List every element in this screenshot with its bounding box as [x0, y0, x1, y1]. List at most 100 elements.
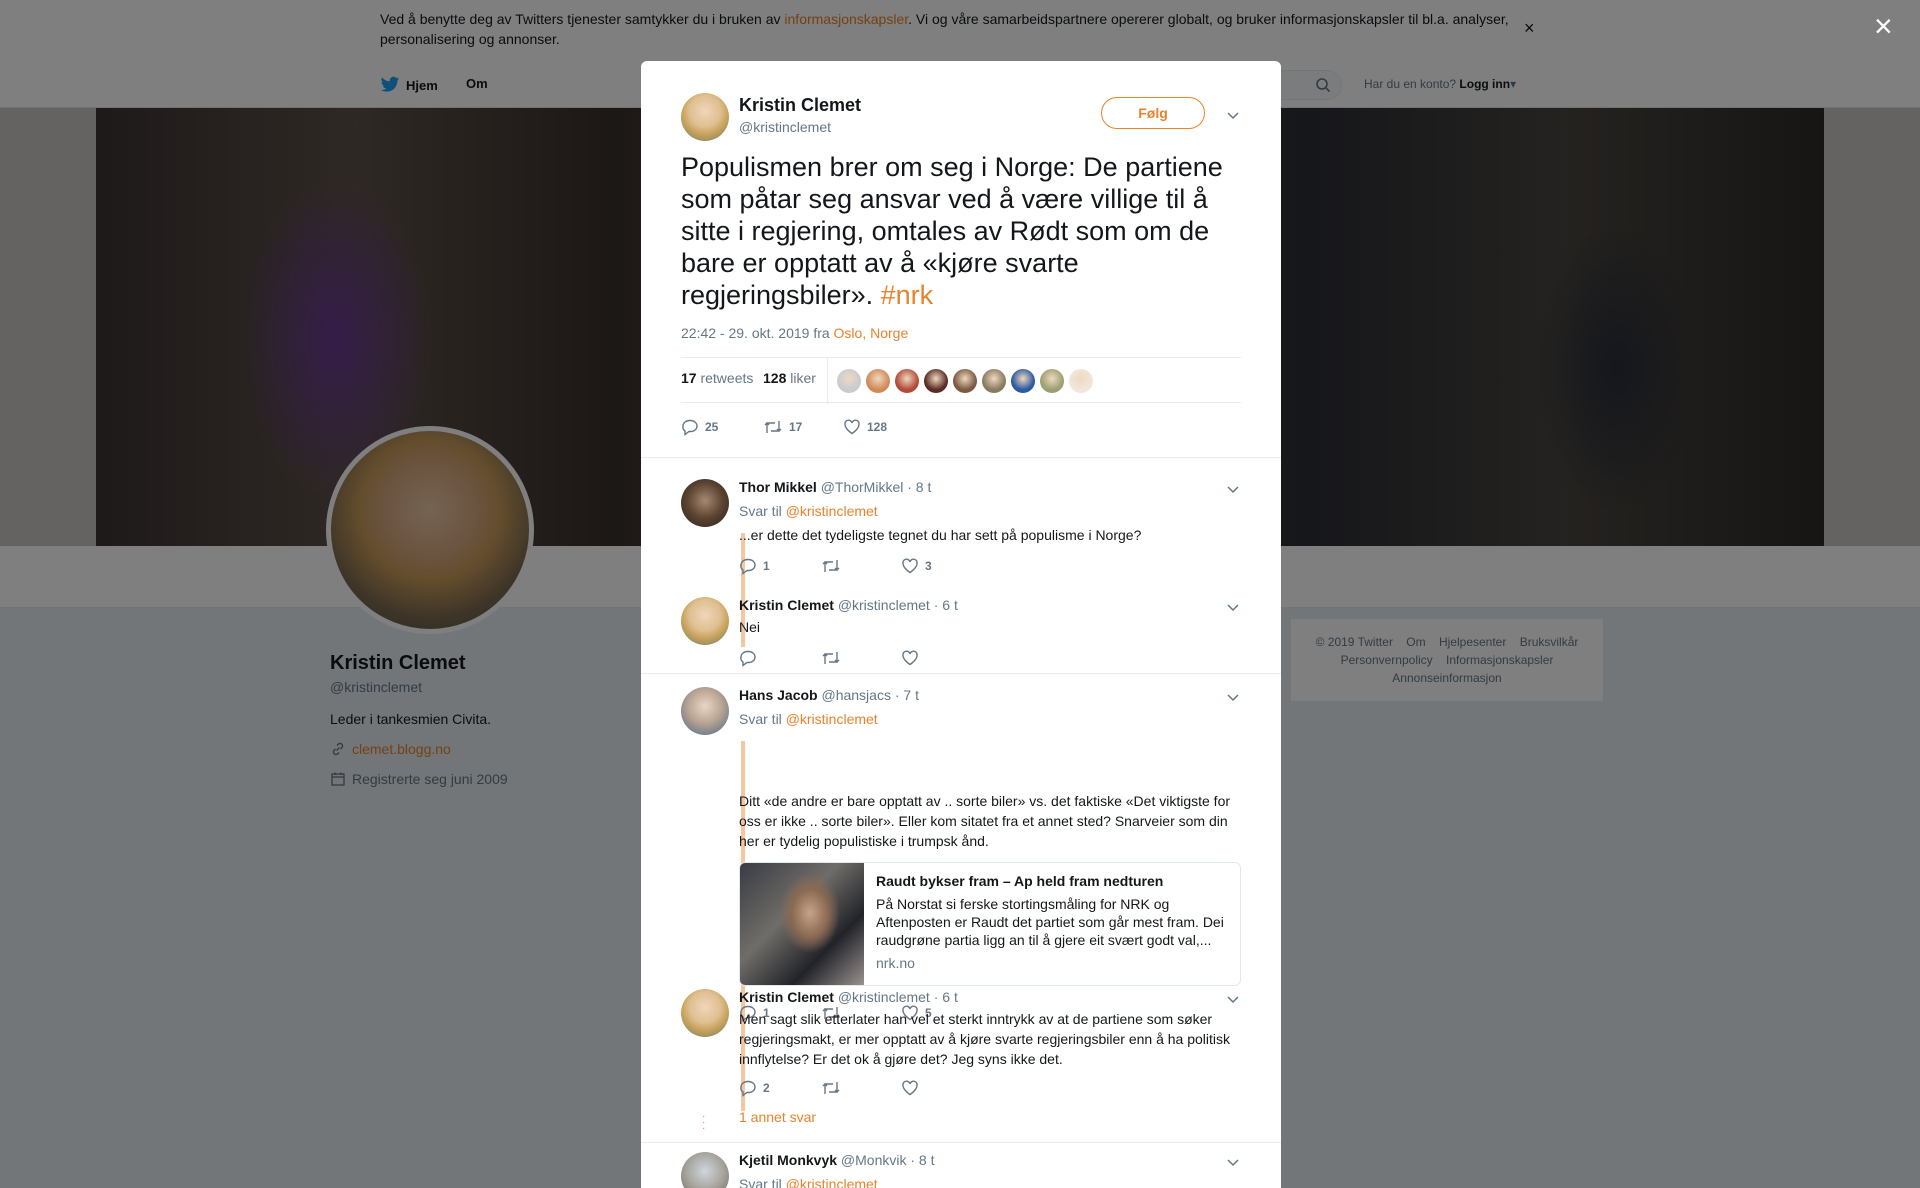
liker-avatar[interactable] — [866, 369, 890, 393]
tweet-metadata: 22:42 - 29. okt. 2019 fra Oslo, Norge — [681, 325, 908, 341]
reply-count: 2 — [763, 1081, 770, 1095]
liker-avatar[interactable] — [953, 369, 977, 393]
reply-actions: 2 — [739, 1079, 925, 1097]
chevron-down-icon[interactable] — [1225, 481, 1241, 497]
reply-action[interactable] — [739, 649, 821, 667]
reply-author-name[interactable]: Kjetil Monkvyk — [739, 1152, 837, 1168]
reply-tweet[interactable]: Hans Jacob @hansjacs · 7 t Svar til @kri… — [681, 687, 1241, 1022]
reply-author-name[interactable]: Kristin Clemet — [739, 597, 834, 613]
reply-action[interactable]: 2 — [739, 1079, 821, 1097]
liker-avatar[interactable] — [1040, 369, 1064, 393]
reply-avatar[interactable] — [681, 687, 729, 735]
retweets-count: 17 — [681, 370, 697, 386]
retweet-action[interactable] — [821, 649, 901, 667]
reply-to-link[interactable]: @kristinclemet — [786, 711, 878, 727]
like-action[interactable]: 128 — [843, 418, 887, 436]
reply-author-name[interactable]: Hans Jacob — [739, 687, 818, 703]
link-card[interactable]: Raudt bykser fram – Ap held fram nedture… — [739, 862, 1241, 986]
author-handle[interactable]: @kristinclemet — [739, 119, 831, 135]
reply-text-body: Ditt «de andre er bare opptatt av .. sor… — [739, 793, 1231, 849]
tweet-timestamp[interactable]: 22:42 - 29. okt. 2019 fra — [681, 325, 834, 341]
reply-author-handle[interactable]: @hansjacs — [821, 687, 890, 703]
liker-avatar[interactable] — [1069, 369, 1093, 393]
reply-count: 1 — [763, 559, 770, 573]
reply-avatar[interactable] — [681, 479, 729, 527]
reply-author-handle[interactable]: @Monkvik — [841, 1152, 907, 1168]
stats-divider — [827, 358, 828, 404]
reply-author-handle[interactable]: @kristinclemet — [838, 989, 930, 1005]
retweets-stat[interactable]: 17 retweets — [681, 370, 753, 386]
retweet-icon — [822, 560, 840, 572]
author-name[interactable]: Kristin Clemet — [739, 95, 861, 116]
thread-dots: · · · — [702, 1111, 706, 1134]
tweet-location[interactable]: Oslo, Norge — [834, 325, 909, 341]
chevron-down-icon[interactable] — [1225, 599, 1241, 615]
heart-icon — [902, 558, 918, 574]
retweet-action[interactable] — [821, 1079, 901, 1097]
chevron-down-icon[interactable] — [1225, 689, 1241, 705]
reply-action[interactable]: 1 — [739, 557, 821, 575]
reply-time[interactable]: · 7 t — [895, 687, 919, 703]
liker-avatar[interactable] — [924, 369, 948, 393]
like-action[interactable] — [901, 1079, 925, 1097]
reply-to-line: Svar til @kristinclemet — [739, 503, 878, 519]
reply-time[interactable]: · 6 t — [934, 989, 958, 1005]
reply-header: Kjetil Monkvyk @Monkvik · 8 t — [739, 1152, 935, 1168]
liker-avatars — [837, 369, 1093, 393]
link-card-url: nrk.no — [876, 955, 915, 971]
liker-avatar[interactable] — [837, 369, 861, 393]
reply-author-handle[interactable]: @ThorMikkel — [821, 479, 904, 495]
reply-time[interactable]: · 8 t — [907, 479, 931, 495]
reply-action[interactable]: 25 — [681, 418, 763, 436]
retweet-action[interactable] — [821, 557, 901, 575]
retweet-icon — [822, 652, 840, 664]
hashtag-link[interactable]: #nrk — [881, 280, 934, 310]
reply-tweet[interactable]: Kjetil Monkvyk @Monkvik · 8 t Svar til @… — [681, 1152, 1241, 1188]
chevron-down-icon[interactable] — [1225, 1154, 1241, 1170]
retweet-icon — [822, 1082, 840, 1094]
reply-count: 25 — [705, 420, 719, 434]
author-avatar[interactable] — [681, 93, 729, 141]
modal-close-button[interactable]: × — [1874, 10, 1893, 42]
more-replies-link[interactable]: 1 annet svar — [739, 1109, 816, 1125]
liker-avatar[interactable] — [982, 369, 1006, 393]
reply-to-line: Svar til @kristinclemet — [739, 1176, 878, 1188]
reply-header: Kristin Clemet @kristinclemet · 6 t — [739, 989, 958, 1005]
reply-time[interactable]: · 6 t — [934, 597, 958, 613]
reply-to-prefix: Svar til — [739, 711, 786, 727]
reply-to-link[interactable]: @kristinclemet — [786, 503, 878, 519]
tweet-body: Populismen brer om seg i Norge: De parti… — [681, 152, 1223, 310]
like-count: 3 — [925, 559, 932, 573]
tweet-stats: 17 retweets 128 liker — [681, 357, 1241, 404]
divider — [641, 1142, 1281, 1143]
like-action[interactable]: 3 — [901, 557, 932, 575]
reply-author-name[interactable]: Kristin Clemet — [739, 989, 834, 1005]
likes-stat[interactable]: 128 liker — [763, 370, 816, 386]
reply-author-handle[interactable]: @kristinclemet — [838, 597, 930, 613]
reply-tweet[interactable]: Thor Mikkel @ThorMikkel · 8 t Svar til @… — [681, 479, 1241, 599]
like-action[interactable] — [901, 649, 925, 667]
reply-avatar[interactable] — [681, 989, 729, 1037]
chevron-down-icon[interactable] — [1225, 107, 1241, 123]
reply-author-name[interactable]: Thor Mikkel — [739, 479, 817, 495]
reply-avatar[interactable] — [681, 597, 729, 645]
tweet-modal: Kristin Clemet @kristinclemet Følg Popul… — [641, 61, 1281, 1188]
liker-avatar[interactable] — [1011, 369, 1035, 393]
reply-actions — [739, 649, 925, 667]
reply-header: Thor Mikkel @ThorMikkel · 8 t — [739, 479, 931, 495]
reply-to-link[interactable]: @kristinclemet — [786, 1176, 878, 1188]
divider — [641, 673, 1281, 674]
reply-icon — [740, 1080, 756, 1097]
retweet-action[interactable]: 17 — [763, 418, 843, 436]
reply-tweet[interactable]: Kristin Clemet @kristinclemet · 6 t Men … — [681, 989, 1241, 1179]
chevron-down-icon[interactable] — [1225, 991, 1241, 1007]
tweet-text: Populismen brer om seg i Norge: De parti… — [681, 151, 1241, 311]
liker-avatar[interactable] — [895, 369, 919, 393]
follow-button[interactable]: Følg — [1101, 97, 1205, 129]
reply-time[interactable]: · 8 t — [910, 1152, 934, 1168]
likes-count: 128 — [763, 370, 787, 386]
likes-label: liker — [790, 370, 816, 386]
like-count: 128 — [867, 420, 888, 434]
retweet-icon — [764, 421, 782, 433]
reply-avatar[interactable] — [681, 1152, 729, 1188]
